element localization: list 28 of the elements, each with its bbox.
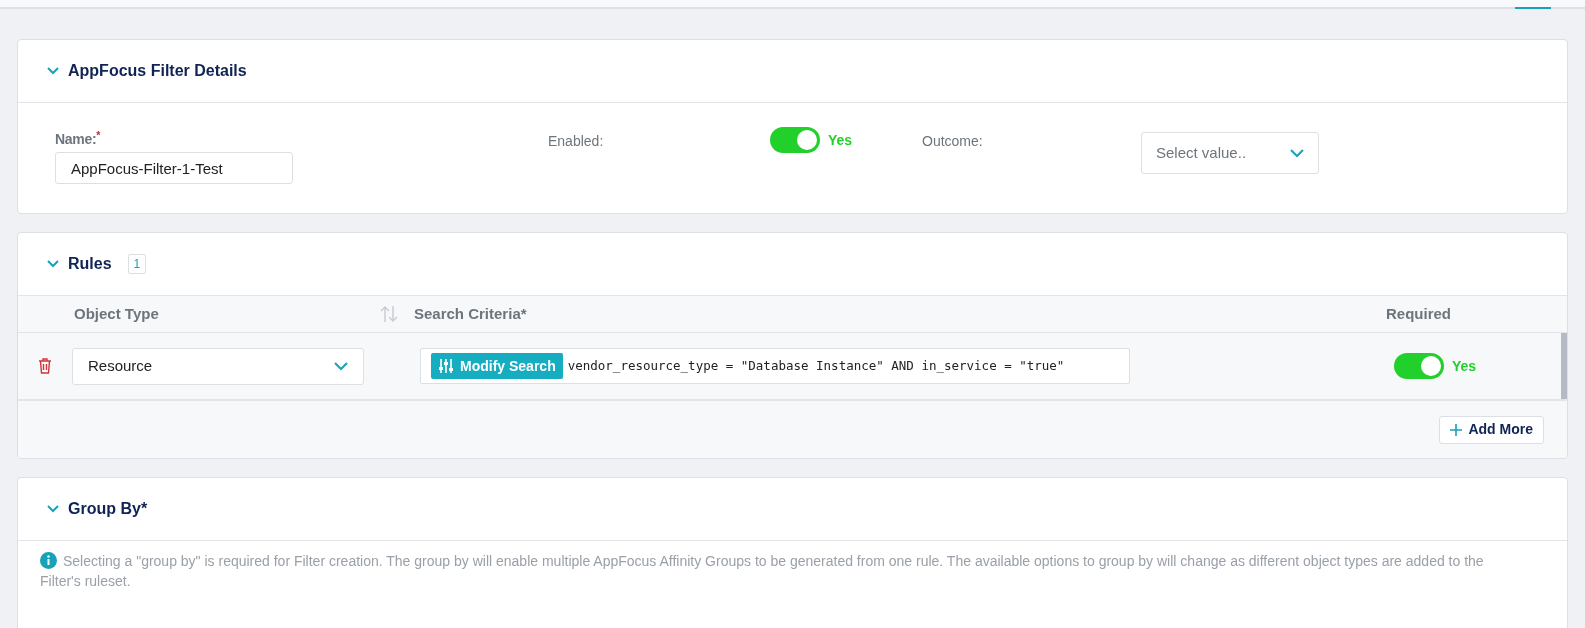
toggle-state-text: Yes [1452,356,1477,376]
object-type-dropdown[interactable]: Resource [72,347,364,385]
active-tab-indicator [1515,7,1551,9]
name-input[interactable]: AppFocus-Filter-1-Test [55,152,293,184]
column-header: Object Type [74,303,160,324]
toggle-state-text: Yes [828,130,853,150]
column-header: Search Criteria* [414,303,528,324]
column-header: Required [1386,303,1451,324]
toggle-switch[interactable] [1394,353,1444,379]
toggle-switch[interactable] [770,127,820,153]
rule-count: 1 [127,254,147,274]
info-icon [40,552,57,569]
section-title: Group By* [68,499,148,519]
info-text: Selecting a "group by" is required for Filter creation. The group by will enable multiple AppFocus Affinity Groups to be generated from one rule. The available options to group by will change as different object types are added to the Filter's ruleset. [40,551,1485,591]
sliders-icon [438,358,454,374]
section-title: AppFocus Filter Details [68,61,247,81]
caret-icon [334,361,348,371]
field-label: Enabled: [548,132,604,151]
field-label: Name:$^{*}$ [55,129,102,149]
caret-icon [1290,148,1304,158]
add-more-button[interactable]: Add More [1439,415,1544,444]
section-title: Rules [68,254,112,274]
search-query: vendor_resource_type = "Database Instance" AND in_service = "true" [567,356,1065,375]
field-label: Outcome: [922,132,983,151]
outcome-dropdown[interactable]: Select value.. [1141,132,1319,174]
plus-icon [1450,423,1463,436]
trash-icon[interactable] [38,358,52,374]
scrollbar[interactable] [1561,333,1567,399]
